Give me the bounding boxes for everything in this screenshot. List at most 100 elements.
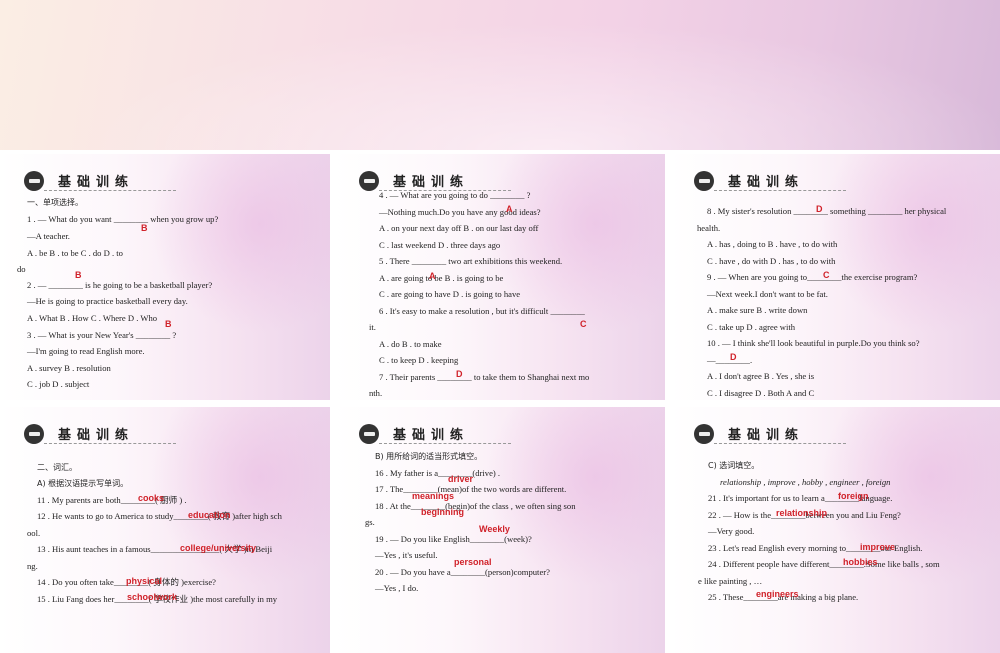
section-logo-icon	[24, 171, 44, 191]
options-line: C . take up D . agree with	[707, 322, 796, 332]
section-logo-icon	[24, 424, 44, 444]
slide-panel-2: 基础训练 4 . — What are you going to do ____…	[335, 154, 665, 400]
section-heading: 二、词汇。	[37, 463, 77, 472]
section-header: 基础训练	[694, 171, 846, 191]
question-line: 20 . — Do you have a________(person)comp…	[375, 567, 550, 577]
options-line: A . has , doing to B . have , to do with	[707, 239, 838, 249]
answer-mark: D	[456, 369, 463, 379]
answer-mark: engineers	[756, 589, 799, 599]
question-line: 18 . At the________(begin)of the class ,…	[375, 501, 576, 511]
options-line: A . do B . to make	[379, 339, 442, 349]
header-underline	[714, 443, 846, 444]
options-line: A . are going to be B . is going to be	[379, 273, 504, 283]
section-title: 基础训练	[58, 428, 135, 443]
question-line: 4 . — What are you going to do ________ …	[379, 190, 531, 200]
options-line: C . last weekend D . three days ago	[379, 240, 501, 250]
answer-mark: B	[165, 319, 172, 329]
answer-mark: D	[816, 204, 823, 214]
answer-mark: relationship	[776, 508, 828, 518]
question-line: 17 . The________(mean)of the two words a…	[375, 484, 567, 494]
instruction-line: B) 用所给词的适当形式填空。	[375, 452, 483, 461]
options-line: A . What B . How C . Where D . Who	[27, 313, 158, 323]
answer-mark: personal	[454, 557, 492, 567]
options-line: C . have , do with D . has , to do with	[707, 256, 836, 266]
answer-mark: cooks	[138, 493, 165, 503]
section-logo-icon	[694, 424, 714, 444]
question-line: nth.	[369, 388, 383, 398]
options-line: C . to keep D . keeping	[379, 355, 459, 365]
section-header: 基础训练	[24, 171, 176, 191]
section-title: 基础训练	[393, 175, 470, 190]
options-line: do	[17, 264, 26, 274]
header-underline	[44, 190, 176, 191]
answer-mark: schoolwork	[127, 592, 178, 602]
question-line: ng.	[27, 561, 38, 571]
answer-mark: driver	[448, 474, 474, 484]
question-line: —A teacher.	[27, 231, 70, 241]
slide-panel-3: 基础训练 8 . My sister's resolution ________…	[670, 154, 1000, 400]
question-line: —Very good.	[708, 526, 755, 536]
answer-mark: A	[429, 271, 436, 281]
slide-panel-5: 基础训练 B) 用所给词的适当形式填空。 16 . My father is a…	[335, 407, 665, 653]
options-line: A . survey B . resolution	[27, 363, 111, 373]
slide-panel-6: 基础训练 C) 选词填空。 relationship , improve , h…	[670, 407, 1000, 653]
question-line: —Nothing much.Do you have any good ideas…	[379, 207, 541, 217]
header-underline	[44, 443, 176, 444]
slide-panel-4: 基础训练 二、词汇。 A) 根据汉语提示写单词。 11 . My parents…	[0, 407, 330, 653]
options-line: C . job D . subject	[27, 379, 90, 389]
question-line: 24 . Different people have different____…	[708, 559, 940, 569]
question-line: 8 . My sister's resolution ________ some…	[707, 206, 947, 216]
options-line: A . I don't agree B . Yes , she is	[707, 371, 815, 381]
answer-mark: education	[188, 510, 231, 520]
section-title: 基础训练	[728, 428, 805, 443]
section-title: 基础训练	[728, 175, 805, 190]
options-line: C . are going to have D . is going to ha…	[379, 289, 521, 299]
section-header: 基础训练	[359, 171, 511, 191]
options-line: A . on your next day off B . on our last…	[379, 223, 539, 233]
section-logo-icon	[359, 171, 379, 191]
question-line: 9 . — When are you going to________the e…	[707, 272, 918, 282]
options-line: C . I disagree D . Both A and C	[707, 388, 815, 398]
answer-mark: D	[730, 352, 737, 362]
header-underline	[714, 190, 846, 191]
section-header: 基础训练	[24, 424, 176, 444]
word-bank: relationship , improve , hobby , enginee…	[720, 477, 891, 487]
section-header: 基础训练	[359, 424, 511, 444]
section-logo-icon	[359, 424, 379, 444]
question-line: 6 . It's easy to make a resolution , but…	[379, 306, 585, 316]
section-header: 基础训练	[694, 424, 846, 444]
question-line: 10 . — I think she'll look beautiful in …	[707, 338, 920, 348]
question-line: ool.	[27, 528, 41, 538]
question-line: 16 . My father is a________(drive) .	[375, 468, 501, 478]
answer-mark: C	[580, 319, 587, 329]
section-title: 基础训练	[393, 428, 470, 443]
question-line: —Yes , I do.	[375, 583, 419, 593]
question-line: gs.	[365, 517, 375, 527]
section-heading: 一、单项选择。	[27, 198, 83, 207]
answer-mark: hobbies	[843, 557, 878, 567]
question-line: it.	[369, 322, 376, 332]
question-line: 7 . Their parents ________ to take them …	[379, 372, 590, 382]
answer-mark: beginning	[421, 507, 464, 517]
options-line: A . make sure B . write down	[707, 305, 808, 315]
question-line: —Yes , it's useful.	[375, 550, 438, 560]
question-line: —I'm going to read English more.	[27, 346, 145, 356]
answer-mark: physical	[126, 576, 163, 586]
answer-mark: B	[75, 270, 82, 280]
question-line: 19 . — Do you like English________(week)…	[375, 534, 532, 544]
question-line: e like painting , …	[698, 576, 763, 586]
question-line: 1 . — What do you want ________ when you…	[27, 214, 219, 224]
answer-mark: meanings	[412, 491, 455, 501]
answer-mark: improve	[860, 542, 896, 552]
question-line: health.	[697, 223, 721, 233]
question-line: 5 . There ________ two art exhibitions t…	[379, 256, 563, 266]
slide-panel-1: 基础训练 一、单项选择。 1 . — What do you want ____…	[0, 154, 330, 400]
options-line: A . be B . to be C . do D . to	[27, 248, 123, 258]
answer-mark: Weekly	[479, 524, 510, 534]
answer-mark: A	[506, 204, 513, 214]
instruction-line: A) 根据汉语提示写单词。	[37, 479, 129, 488]
question-line: 12 . He wants to go to America to study_…	[37, 511, 282, 521]
question-line: 11 . My parents are both________( 厨师 ) .	[37, 495, 187, 505]
section-logo-icon	[694, 171, 714, 191]
section-title: 基础训练	[58, 175, 135, 190]
